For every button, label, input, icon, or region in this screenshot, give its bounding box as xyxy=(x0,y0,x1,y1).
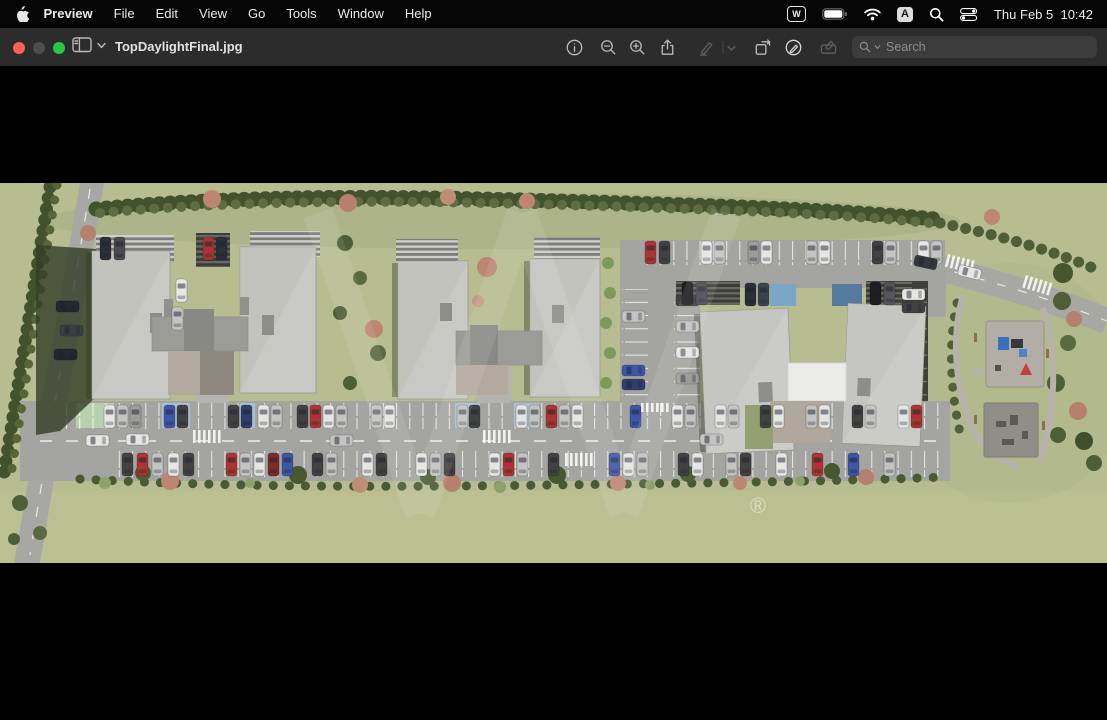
fullscreen-button[interactable] xyxy=(53,42,65,54)
share-button[interactable] xyxy=(657,37,677,57)
menu-item-edit[interactable]: Edit xyxy=(145,0,188,28)
registered-trademark-symbol: ® xyxy=(750,493,766,518)
pencil-circle-button[interactable] xyxy=(783,37,803,57)
fill-sign-button[interactable] xyxy=(819,37,839,57)
image-canvas[interactable]: ® xyxy=(0,183,1107,563)
search-scope-chevron-icon xyxy=(874,44,881,50)
markup-chevron-button[interactable] xyxy=(722,37,738,57)
menu-item-go[interactable]: Go xyxy=(237,0,275,28)
input-source-icon[interactable]: A xyxy=(897,7,913,22)
sidebar-toggle-button[interactable] xyxy=(72,36,106,54)
wifi-icon[interactable] xyxy=(864,8,881,21)
battery-icon[interactable] xyxy=(822,8,848,20)
apple-menu-icon[interactable] xyxy=(16,6,29,22)
search-field[interactable] xyxy=(852,36,1097,58)
menu-item-preview[interactable]: Preview xyxy=(33,0,103,28)
sidebar-icon xyxy=(72,36,93,54)
traffic-lights xyxy=(13,42,65,54)
search-input[interactable] xyxy=(884,39,1090,55)
zoom-out-button[interactable] xyxy=(598,37,618,57)
menu-bar-left: Preview File Edit View Go Tools Window H… xyxy=(0,0,442,28)
menu-bar-status: W A xyxy=(787,0,1107,28)
screen: Preview File Edit View Go Tools Window H… xyxy=(0,0,1107,720)
search-icon xyxy=(859,41,871,53)
markup-pen-button[interactable] xyxy=(696,37,716,57)
preview-content-background: ® xyxy=(0,66,1107,720)
menu-item-help[interactable]: Help xyxy=(394,0,442,28)
info-button[interactable] xyxy=(564,37,584,57)
rotate-button[interactable] xyxy=(752,37,772,57)
sidebar-chevron-icon xyxy=(97,42,106,49)
document-title: TopDaylightFinal.jpg xyxy=(115,28,243,66)
word-menu-icon[interactable]: W xyxy=(787,6,806,22)
minimize-button[interactable] xyxy=(33,42,45,54)
control-center-icon[interactable] xyxy=(960,8,978,21)
spotlight-icon[interactable] xyxy=(929,7,944,22)
menu-item-tools[interactable]: Tools xyxy=(276,0,327,28)
window-toolbar: TopDaylightFinal.jpg xyxy=(0,28,1107,67)
close-button[interactable] xyxy=(13,42,25,54)
menu-item-window[interactable]: Window xyxy=(327,0,394,28)
menu-item-file[interactable]: File xyxy=(103,0,145,28)
menu-bar-clock[interactable]: Thu Feb 5 10:42 xyxy=(994,7,1093,22)
zoom-in-button[interactable] xyxy=(627,37,647,57)
menu-item-view[interactable]: View xyxy=(189,0,238,28)
menu-bar: Preview File Edit View Go Tools Window H… xyxy=(0,0,1107,28)
